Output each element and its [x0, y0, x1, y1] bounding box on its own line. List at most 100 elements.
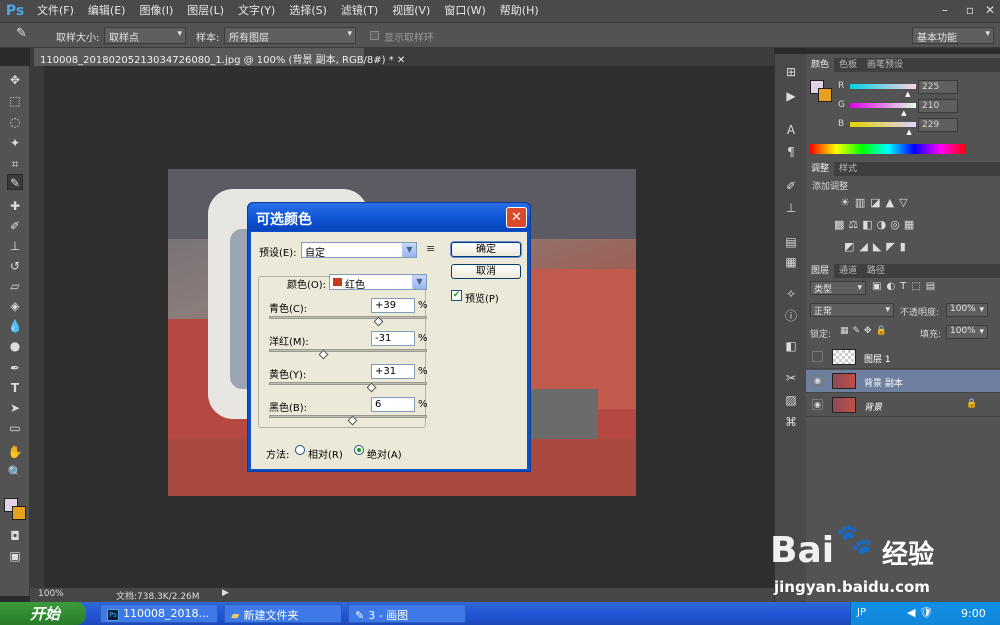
layer-filter-icons[interactable]: ▣◐T⬚▤ [872, 281, 972, 295]
history-panel-icon[interactable]: ⊞ [783, 64, 799, 80]
layer-row[interactable]: ◉ 背景 🔒 [806, 394, 1000, 417]
slider-track[interactable] [269, 382, 427, 385]
lock-icons[interactable]: ▦✎✥🔒 [840, 326, 900, 338]
menu-type[interactable]: 文字(Y) [231, 0, 282, 22]
background-color-swatch[interactable] [12, 506, 26, 520]
b-slider-thumb[interactable]: ▲ [906, 128, 911, 136]
r-value-input[interactable]: 225 [918, 80, 958, 94]
lasso-tool-icon[interactable]: ◌ [7, 114, 23, 130]
navigator-panel-icon[interactable]: ✧ [783, 286, 799, 302]
clone-source-panel-icon[interactable]: ⊥ [783, 200, 799, 216]
blend-mode-select[interactable]: 正常 [810, 303, 894, 317]
relative-radio[interactable] [295, 445, 305, 455]
document-tab[interactable]: 110008_20180205213034726080_1.jpg @ 100%… [34, 48, 405, 66]
fill-input[interactable]: 100% [946, 325, 988, 339]
character-panel-icon[interactable]: A [783, 122, 799, 138]
slider-value-input[interactable]: 6 [371, 397, 415, 412]
workspace-select[interactable]: 基本功能 [912, 27, 994, 44]
slider-track[interactable] [269, 349, 427, 352]
rectangle-tool-icon[interactable]: ▭ [7, 420, 23, 436]
color-slider-g[interactable]: G ▲ 210 [806, 99, 1000, 117]
menu-image[interactable]: 图像(I) [132, 0, 180, 22]
swatches-panel-icon[interactable]: ▨ [783, 392, 799, 408]
dialog-title[interactable]: 可选颜色 [248, 203, 530, 231]
sample-size-select[interactable]: 取样点 [104, 27, 186, 44]
quick-mask-icon[interactable]: ◘ [7, 528, 23, 544]
color-spectrum-bar[interactable] [810, 144, 966, 154]
stamp-tool-icon[interactable]: ⊥ [7, 238, 23, 254]
ok-button[interactable]: 确定 [451, 242, 521, 257]
adjustment-icons-row-3[interactable]: ◩◢◣◤▮ [844, 240, 944, 254]
input-language[interactable]: JP [857, 607, 866, 618]
preset-select[interactable]: 自定 ▼ [301, 242, 417, 259]
taskbar-item-paint[interactable]: ✎ 3 - 画图 [348, 604, 466, 623]
paragraph-panel-icon[interactable]: ¶ [783, 144, 799, 160]
dialog-close-button[interactable]: ✕ [506, 207, 527, 228]
slider-track[interactable] [269, 415, 427, 418]
visibility-eye-icon[interactable]: ◉ [812, 399, 823, 410]
pen-tool-icon[interactable]: ✒ [7, 360, 23, 376]
tab-adjustments[interactable]: 调整 [806, 162, 835, 176]
slider-track[interactable] [269, 316, 427, 319]
slider-value-input[interactable]: -31 [371, 331, 415, 346]
cancel-button[interactable]: 取消 [451, 264, 521, 279]
opacity-input[interactable]: 100% [946, 303, 988, 317]
tab-styles[interactable]: 样式 [834, 162, 862, 176]
close-window-button[interactable]: ✕ [975, 0, 1000, 20]
layer-filter-select[interactable]: 类型 [810, 281, 866, 295]
tab-paths[interactable]: 路径 [862, 264, 890, 278]
layer-name[interactable]: 图层 1 [864, 352, 891, 365]
eyedropper-tool-icon[interactable]: ✎ [7, 174, 23, 190]
menu-view[interactable]: 视图(V) [385, 0, 437, 22]
menu-layer[interactable]: 图层(L) [180, 0, 231, 22]
zoom-level[interactable]: 100% [38, 589, 64, 599]
menu-filter[interactable]: 滤镜(T) [334, 0, 385, 22]
tab-layers[interactable]: 图层 [806, 264, 835, 278]
history-brush-tool-icon[interactable]: ↺ [7, 258, 23, 274]
visibility-eye-icon[interactable]: ◉ [812, 375, 823, 386]
start-button[interactable]: 开始 [0, 602, 86, 625]
layer-name[interactable]: 背景 [864, 400, 882, 413]
layer-comps-panel-icon[interactable]: ◧ [783, 338, 799, 354]
menu-window[interactable]: 窗口(W) [437, 0, 492, 22]
screen-mode-icon[interactable]: ▣ [7, 548, 23, 564]
hand-tool-icon[interactable]: ✋ [7, 444, 23, 460]
move-tool-icon[interactable]: ✥ [7, 72, 23, 88]
g-value-input[interactable]: 210 [918, 99, 958, 113]
marquee-tool-icon[interactable]: ⬚ [7, 93, 23, 109]
dodge-tool-icon[interactable]: ● [7, 338, 23, 354]
g-slider-thumb[interactable]: ▲ [901, 109, 906, 117]
properties-panel-icon[interactable]: ▤ [783, 234, 799, 250]
paint-bucket-tool-icon[interactable]: ◈ [7, 298, 23, 314]
tool-presets-panel-icon[interactable]: ✂ [783, 370, 799, 386]
layer-row[interactable]: 图层 1 [806, 346, 1000, 369]
type-tool-icon[interactable]: T [7, 380, 23, 396]
tab-channels[interactable]: 通道 [834, 264, 862, 278]
brush-tool-icon[interactable]: ✐ [7, 218, 23, 234]
visibility-eye-icon[interactable] [812, 351, 823, 362]
slider-value-input[interactable]: +31 [371, 364, 415, 379]
b-value-input[interactable]: 229 [918, 118, 958, 132]
color-slider-r[interactable]: R ▲ 225 [806, 80, 1000, 98]
preset-options-icon[interactable]: ≡ [426, 242, 435, 255]
tab-swatches[interactable]: 色板 [834, 58, 862, 72]
color-slider-b[interactable]: B ▲ 229 [806, 118, 1000, 136]
tab-color[interactable]: 颜色 [806, 58, 835, 72]
taskbar-item-photoshop[interactable]: Ps 110008_2018... [100, 604, 218, 623]
r-slider-thumb[interactable]: ▲ [905, 90, 910, 98]
info-panel-icon[interactable]: ▦ [783, 254, 799, 270]
layer-row[interactable]: ◉ 背景 副本 [806, 370, 1000, 393]
layer-name[interactable]: 背景 副本 [864, 376, 903, 389]
menu-help[interactable]: 帮助(H) [493, 0, 546, 22]
preview-checkbox[interactable]: ✔ [451, 290, 462, 301]
adjustment-icons-row-2[interactable]: ▩⚖◧◑◎▦ [834, 218, 944, 232]
sample-select[interactable]: 所有图层 [224, 27, 356, 44]
status-arrow-icon[interactable]: ▶ [222, 588, 229, 598]
brush-panel-icon[interactable]: ✐ [783, 178, 799, 194]
path-selection-tool-icon[interactable]: ➤ [7, 400, 23, 416]
healing-tool-icon[interactable]: ✚ [7, 198, 23, 214]
taskbar-item-folder[interactable]: ▰ 新建文件夹 [224, 604, 342, 623]
menu-file[interactable]: 文件(F) [30, 0, 81, 22]
tab-brush-presets[interactable]: 画笔预设 [862, 58, 908, 72]
3d-panel-icon[interactable]: ⌘ [783, 414, 799, 430]
